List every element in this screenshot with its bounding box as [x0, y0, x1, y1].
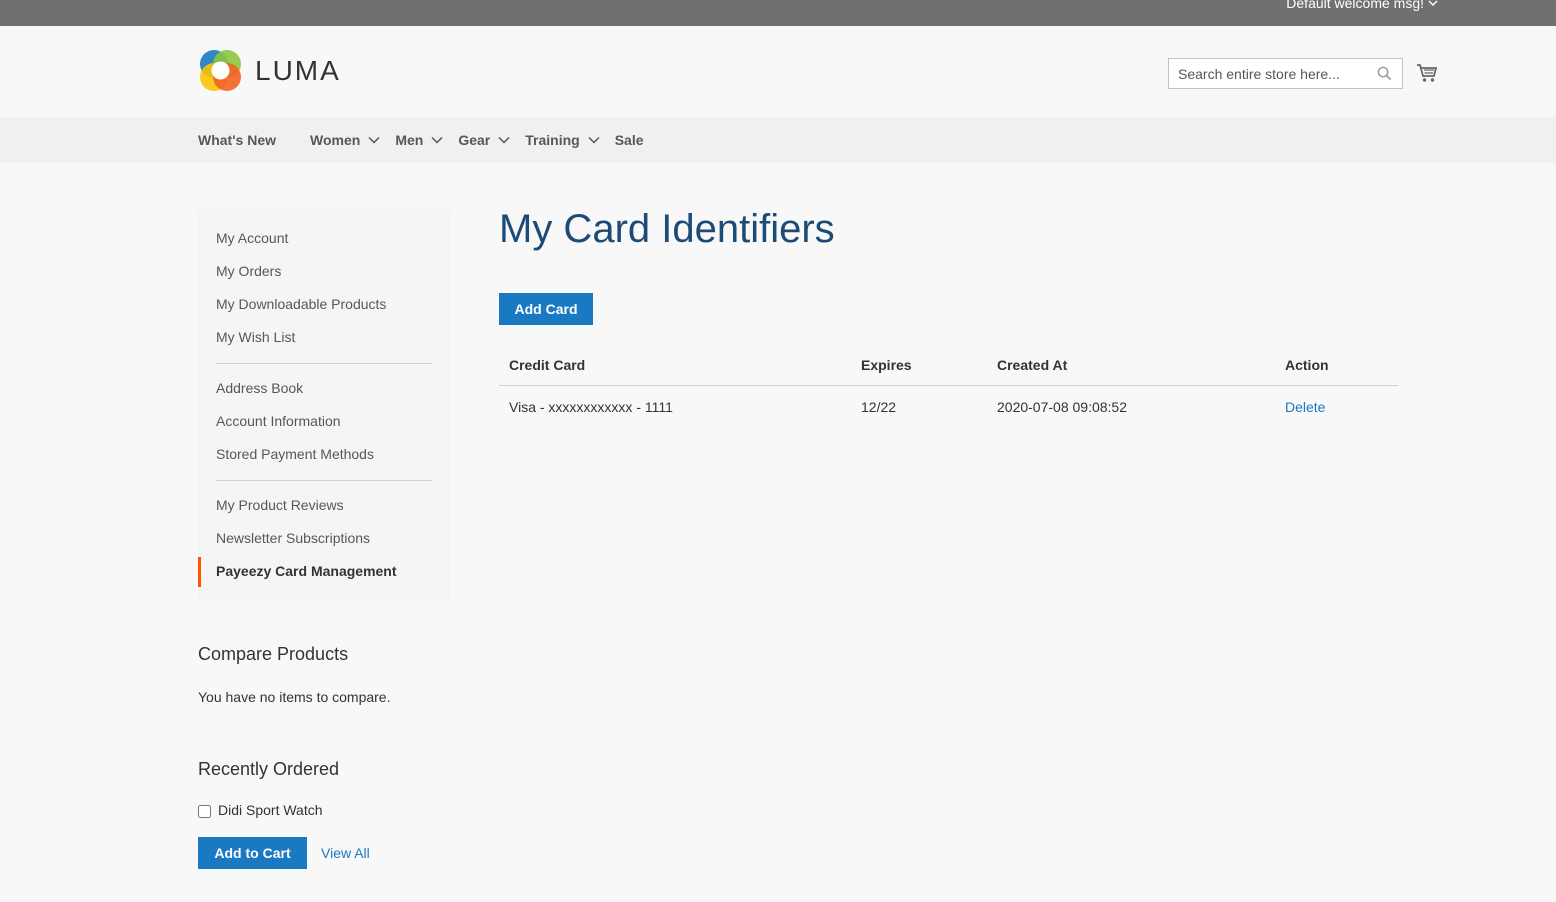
- card-identifiers-table: Credit Card Expires Created At Action Vi…: [499, 347, 1398, 425]
- sidebar-item-payeezy-card-management: Payeezy Card Management: [216, 563, 397, 579]
- cell-created-at: 2020-07-08 09:08:52: [997, 399, 1127, 415]
- compare-products-title: Compare Products: [198, 644, 349, 664]
- sidebar-divider: [216, 363, 432, 364]
- sidebar-item-product-reviews[interactable]: My Product Reviews: [216, 497, 344, 513]
- column-header-expires: Expires: [851, 347, 987, 386]
- sidebar-item-wish-list[interactable]: My Wish List: [216, 329, 295, 345]
- active-indicator: [198, 557, 201, 587]
- nav-training[interactable]: Training: [525, 132, 600, 148]
- cell-credit-card: Visa - xxxxxxxxxxxx - 1111: [509, 399, 673, 415]
- column-header-action: Action: [1275, 347, 1398, 386]
- nav-men[interactable]: Men: [395, 132, 443, 148]
- sidebar-item-my-account[interactable]: My Account: [216, 230, 288, 246]
- nav-women[interactable]: Women: [310, 132, 380, 148]
- nav-gear[interactable]: Gear: [458, 132, 510, 148]
- recently-ordered-title: Recently Ordered: [198, 759, 340, 779]
- nav-sale[interactable]: Sale: [615, 132, 644, 148]
- main-nav: What's New Women Men Gear Training Sale: [0, 117, 1556, 163]
- sidebar-item-newsletter[interactable]: Newsletter Subscriptions: [216, 530, 370, 546]
- logo[interactable]: LUMA: [198, 48, 341, 93]
- cart-icon[interactable]: [1416, 62, 1438, 84]
- delete-link[interactable]: Delete: [1285, 399, 1325, 415]
- welcome-text: Default welcome msg!: [1286, 0, 1424, 11]
- sidebar-item-account-information[interactable]: Account Information: [216, 413, 341, 429]
- sidebar-item-address-book[interactable]: Address Book: [216, 380, 303, 396]
- header: LUMA: [0, 26, 1556, 117]
- cell-expires: 12/22: [861, 399, 897, 415]
- nav-whats-new[interactable]: What's New: [198, 132, 276, 148]
- cell-action: Delete: [1275, 386, 1398, 426]
- column-header-created-at: Created At: [987, 347, 1275, 386]
- table-header-row: Credit Card Expires Created At Action: [499, 347, 1398, 386]
- luma-logo-icon: [200, 50, 241, 91]
- page-title: My Card Identifiers: [499, 207, 835, 251]
- sidebar-divider: [216, 480, 432, 481]
- search-input[interactable]: [1169, 59, 1369, 88]
- view-all-link[interactable]: View All: [321, 845, 370, 861]
- search-icon[interactable]: [1377, 66, 1392, 81]
- compare-empty-message: You have no items to compare.: [198, 689, 391, 705]
- column-header-credit-card: Credit Card: [499, 347, 851, 386]
- chevron-down-icon: [1428, 0, 1438, 6]
- table-row: Visa - xxxxxxxxxxxx - 1111 12/22 2020-07…: [499, 386, 1398, 426]
- recent-order-item[interactable]: Didi Sport Watch: [198, 802, 323, 818]
- chevron-down-icon: [368, 136, 380, 144]
- logo-text: LUMA: [255, 54, 341, 86]
- account-sidebar: My Account My Orders My Downloadable Pro…: [198, 209, 450, 601]
- chevron-down-icon: [588, 136, 600, 144]
- add-to-cart-button[interactable]: Add to Cart: [198, 837, 307, 869]
- welcome-menu[interactable]: Default welcome msg!: [1286, 0, 1438, 11]
- sidebar-item-stored-payment-methods[interactable]: Stored Payment Methods: [216, 446, 374, 462]
- chevron-down-icon: [431, 136, 443, 144]
- chevron-down-icon: [498, 136, 510, 144]
- recent-item-checkbox[interactable]: [198, 805, 211, 818]
- top-bar: Default welcome msg!: [0, 0, 1556, 26]
- add-card-button[interactable]: Add Card: [499, 293, 593, 325]
- recent-item-name: Didi Sport Watch: [218, 802, 323, 818]
- search-box: [1168, 58, 1403, 89]
- sidebar-item-downloadable-products[interactable]: My Downloadable Products: [216, 296, 386, 312]
- sidebar-item-my-orders[interactable]: My Orders: [216, 263, 281, 279]
